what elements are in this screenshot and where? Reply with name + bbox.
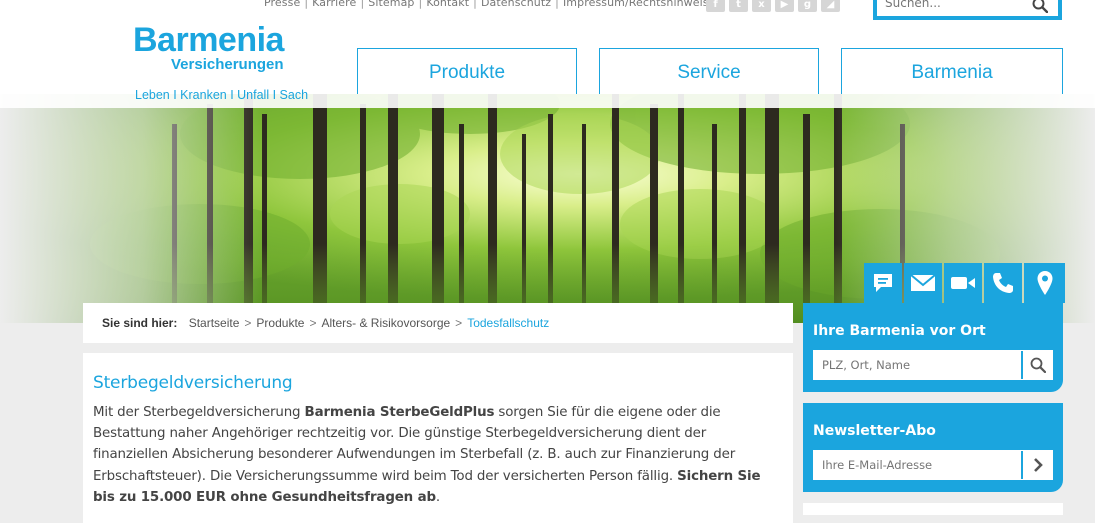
newsletter-email-input[interactable]: [822, 458, 1012, 472]
top-link-sitemap[interactable]: Sitemap: [368, 0, 414, 9]
video-icon[interactable]: [944, 263, 982, 303]
top-links: Presse | Karriere | Sitemap | Kontakt | Datensch…: [264, 0, 716, 9]
nav-service[interactable]: Service: [599, 48, 819, 98]
logo-sub: Versicherungen: [171, 56, 284, 73]
nav-produkte[interactable]: Produkte: [357, 48, 577, 98]
xing-icon[interactable]: x: [752, 0, 771, 12]
breadcrumb-label: Sie sind hier:: [102, 316, 178, 330]
top-link-kontakt[interactable]: Kontakt: [426, 0, 469, 9]
local-agent-input[interactable]: [822, 358, 1012, 372]
nav-barmenia[interactable]: Barmenia: [841, 48, 1063, 98]
search-icon[interactable]: [1032, 0, 1049, 17]
top-link-karriere[interactable]: Karriere: [312, 0, 356, 9]
search-icon: [1030, 357, 1046, 373]
rss-icon[interactable]: ◢: [821, 0, 840, 12]
page-header: Presse | Karriere | Sitemap | Kontakt | Datensch…: [0, 0, 1095, 100]
phone-icon[interactable]: [984, 263, 1022, 303]
local-search-button[interactable]: [1021, 351, 1052, 379]
chevron-right-icon: [1033, 458, 1043, 472]
top-link-impressum[interactable]: Impressum/Rechtshinweise: [563, 0, 716, 9]
main-content: Sterbegeldversicherung Mit der Sterbegel…: [83, 353, 793, 523]
site-search: [873, 0, 1062, 20]
contact-bar: [864, 263, 1065, 303]
breadcrumb-alters-risikovorsorge[interactable]: Alters- & Risikovorsorge: [321, 316, 450, 330]
local-agent-field: [813, 350, 1053, 380]
twitter-icon[interactable]: t: [729, 0, 748, 12]
breadcrumb-current[interactable]: Todesfallschutz: [467, 316, 549, 330]
googleplus-icon[interactable]: g: [798, 0, 817, 12]
breadcrumb-produkte[interactable]: Produkte: [256, 316, 304, 330]
top-link-presse[interactable]: Presse: [264, 0, 300, 9]
youtube-icon[interactable]: ▶: [775, 0, 794, 12]
barmenia-logo[interactable]: Barmenia Versicherungen: [133, 21, 313, 73]
newsletter-title: Newsletter-Abo: [813, 423, 936, 439]
mail-icon[interactable]: [904, 263, 942, 303]
location-pin-icon[interactable]: [1024, 263, 1065, 303]
logo-tagline: Leben I Kranken I Unfall I Sach: [135, 88, 309, 102]
facebook-icon[interactable]: f: [706, 0, 725, 12]
intro-paragraph: Mit der Sterbegeldversicherung Barmenia …: [93, 405, 761, 505]
breadcrumb: Sie sind hier: Startseite > Produkte > Alter…: [83, 303, 793, 343]
local-agent-box: Ihre Barmenia vor Ort: [803, 303, 1063, 392]
social-icons: f t x ▶ g ◢: [706, 0, 840, 12]
newsletter-box: Newsletter-Abo: [803, 403, 1063, 492]
sidebar-next-box: [803, 503, 1063, 515]
logo-brand: Barmenia: [133, 21, 284, 59]
page-title: Sterbegeldversicherung: [93, 373, 293, 393]
product-name: Barmenia SterbeGeldPlus: [304, 405, 495, 420]
breadcrumb-startseite[interactable]: Startseite: [189, 316, 240, 330]
chat-icon[interactable]: [864, 263, 902, 303]
site-search-input[interactable]: [885, 0, 1025, 10]
newsletter-submit-button[interactable]: [1021, 451, 1052, 479]
top-link-datenschutz[interactable]: Datenschutz: [481, 0, 551, 9]
newsletter-field: [813, 450, 1053, 480]
local-agent-title: Ihre Barmenia vor Ort: [813, 323, 986, 339]
